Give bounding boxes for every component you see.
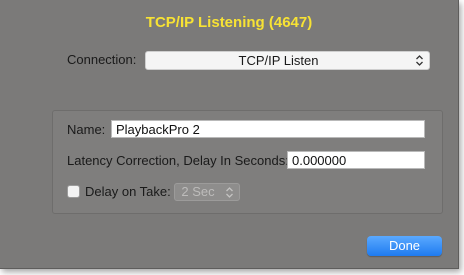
name-field[interactable] [111, 120, 425, 138]
delay-seconds-select[interactable]: 2 Sec [174, 183, 240, 201]
latency-label: Latency Correction, Delay In Seconds: [67, 153, 289, 168]
name-label: Name: [67, 122, 106, 137]
tcpip-dialog: TCP/IP Listening (4647) Connection: TCP/… [0, 0, 459, 269]
latency-field[interactable] [287, 151, 425, 169]
chevron-updown-icon [416, 55, 423, 66]
delay-on-take-label: Delay on Take: [85, 184, 171, 199]
connection-select-value: TCP/IP Listen [238, 53, 319, 68]
dialog-title: TCP/IP Listening (4647) [145, 14, 313, 31]
connection-label: Connection: [67, 52, 137, 67]
done-button[interactable]: Done [367, 236, 442, 256]
chevron-updown-icon [226, 187, 233, 198]
delay-on-take-checkbox[interactable] [67, 185, 80, 198]
connection-select[interactable]: TCP/IP Listen [145, 51, 430, 70]
delay-seconds-value: 2 Sec [181, 184, 215, 199]
